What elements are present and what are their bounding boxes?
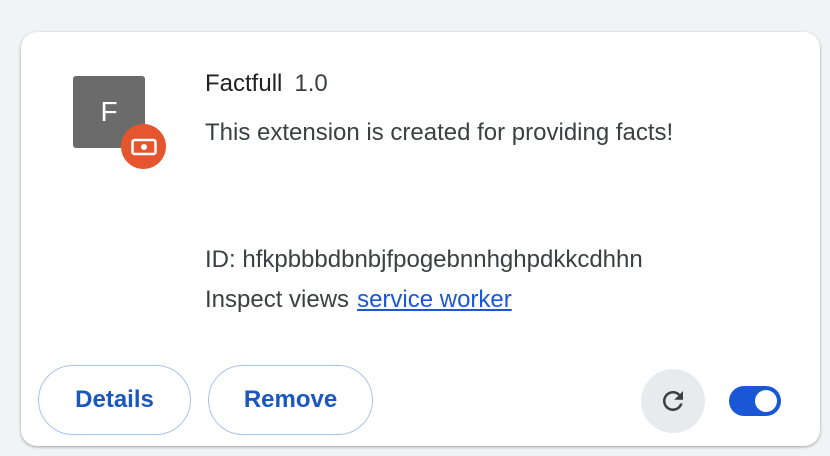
service-worker-link[interactable]: service worker	[357, 286, 512, 313]
enable-toggle[interactable]	[729, 386, 781, 416]
inspect-views: Inspect views service worker	[205, 286, 512, 314]
reload-button[interactable]	[641, 369, 705, 433]
extension-id-value: hfkpbbbdbnbjfpogebnnhghpdkkcdhhn	[242, 246, 643, 273]
extension-id: ID: hfkpbbbdbnbjfpogebnnhghpdkkcdhhn	[205, 246, 643, 274]
extension-title: Factfull 1.0	[205, 70, 328, 98]
reload-icon	[663, 391, 683, 411]
unpacked-extension-badge-icon	[121, 124, 166, 169]
remove-button[interactable]: Remove	[208, 365, 373, 435]
extension-name: Factfull	[205, 70, 283, 97]
extension-version: 1.0	[294, 70, 328, 97]
extension-id-label: ID:	[205, 246, 236, 273]
extension-icon-letter: F	[100, 96, 118, 127]
details-button[interactable]: Details	[38, 365, 191, 435]
extension-card: F Factfull 1.0 This extension is created …	[21, 32, 820, 446]
toggle-knob	[755, 390, 777, 412]
inspect-views-label: Inspect views	[205, 286, 350, 313]
extension-description: This extension is created for providing …	[205, 119, 674, 146]
